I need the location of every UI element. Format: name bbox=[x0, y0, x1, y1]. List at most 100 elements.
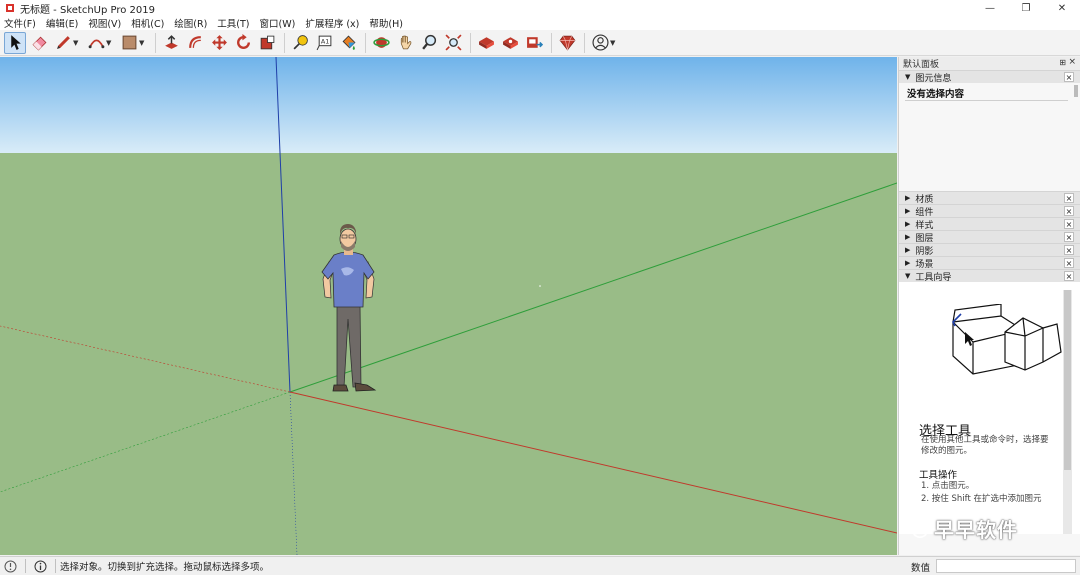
instructor-scrollbar[interactable] bbox=[1063, 290, 1072, 534]
entity-info-header[interactable]: ▼ 图元信息 × bbox=[899, 70, 1080, 84]
pan-tool-button[interactable] bbox=[394, 32, 416, 54]
close-icon[interactable]: × bbox=[1064, 193, 1074, 203]
pin-icon[interactable]: ⊞ bbox=[1059, 58, 1066, 67]
menu-extensions[interactable]: 扩展程序 (x) bbox=[305, 16, 359, 30]
no-selection-text: 没有选择内容 bbox=[907, 89, 965, 100]
collapse-arrow-icon: ▶ bbox=[905, 220, 911, 228]
text-icon: A1 bbox=[316, 35, 331, 51]
send-to-layout-button[interactable] bbox=[523, 32, 545, 54]
orbit-tool-button[interactable] bbox=[370, 32, 392, 54]
account-dropdown-icon[interactable]: ▼ bbox=[610, 39, 618, 47]
tray-title: 默认面板 bbox=[903, 60, 940, 70]
close-icon[interactable]: × bbox=[1064, 232, 1074, 242]
entity-scrollbar[interactable] bbox=[1074, 85, 1078, 97]
geo-location-icon[interactable] bbox=[4, 560, 17, 573]
model-viewport[interactable] bbox=[0, 57, 897, 555]
tray-shadows-header[interactable]: ▶ 阴影 × bbox=[899, 243, 1080, 257]
3d-warehouse-button[interactable] bbox=[475, 32, 497, 54]
select-tool-diagram bbox=[952, 304, 1062, 375]
menu-window[interactable]: 窗口(W) bbox=[260, 16, 296, 30]
select-tool-button[interactable] bbox=[4, 31, 26, 54]
shape-tool-button[interactable] bbox=[118, 32, 140, 54]
scrollbar-thumb[interactable] bbox=[1064, 290, 1071, 470]
sky bbox=[0, 57, 897, 153]
arc-tool-dropdown-icon[interactable]: ▼ bbox=[106, 39, 114, 47]
minimize-button[interactable]: — bbox=[972, 0, 1008, 16]
close-icon[interactable]: × bbox=[1064, 219, 1074, 229]
tray-shadows-label: 阴影 bbox=[915, 246, 934, 257]
scene-canvas[interactable] bbox=[0, 57, 897, 555]
maximize-button[interactable]: ❐ bbox=[1008, 0, 1044, 16]
menu-draw[interactable]: 绘图(R) bbox=[174, 16, 207, 30]
menu-bar: 文件(F) 编辑(E) 视图(V) 相机(C) 绘图(R) 工具(T) 窗口(W… bbox=[0, 16, 1080, 30]
origin-point bbox=[539, 285, 541, 287]
close-icon[interactable]: × bbox=[1064, 258, 1074, 268]
toolbar-separator bbox=[470, 32, 471, 53]
extension-manager-button[interactable] bbox=[556, 32, 578, 54]
menu-camera[interactable]: 相机(C) bbox=[131, 16, 164, 30]
tray-styles-label: 样式 bbox=[915, 220, 934, 231]
close-icon[interactable]: × bbox=[1064, 72, 1074, 82]
close-icon[interactable]: × bbox=[1064, 271, 1074, 281]
instructor-header[interactable]: ▼ 工具向导 × bbox=[899, 269, 1080, 283]
info-icon[interactable] bbox=[34, 560, 47, 573]
menu-file[interactable]: 文件(F) bbox=[4, 16, 36, 30]
menu-edit[interactable]: 编辑(E) bbox=[46, 16, 78, 30]
extension-warehouse-icon bbox=[502, 37, 518, 49]
watermark-text: 早早软件 bbox=[934, 518, 1018, 542]
divider bbox=[905, 100, 1068, 101]
tray-components-header[interactable]: ▶ 组件 × bbox=[899, 204, 1080, 218]
sketchup-logo-icon bbox=[6, 4, 14, 12]
paint-bucket-tool-button[interactable] bbox=[337, 32, 359, 54]
extension-warehouse-button[interactable] bbox=[499, 32, 521, 54]
measurements-input[interactable] bbox=[936, 559, 1076, 573]
close-window-button[interactable]: ✕ bbox=[1044, 0, 1080, 16]
user-icon bbox=[591, 34, 609, 51]
paint-bucket-icon bbox=[342, 35, 355, 50]
move-tool-button[interactable] bbox=[208, 32, 230, 54]
shape-tool-dropdown-icon[interactable]: ▼ bbox=[139, 39, 147, 47]
eraser-icon bbox=[32, 36, 46, 51]
offset-icon bbox=[188, 36, 201, 48]
tray-components-label: 组件 bbox=[915, 207, 934, 218]
eraser-tool-button[interactable] bbox=[28, 32, 50, 54]
line-tool-button[interactable] bbox=[52, 32, 74, 54]
tape-measure-tool-button[interactable] bbox=[289, 32, 311, 54]
menu-help[interactable]: 帮助(H) bbox=[369, 16, 403, 30]
arc-icon bbox=[88, 39, 104, 49]
zoom-extents-tool-button[interactable] bbox=[442, 32, 464, 54]
window-controls: — ❐ ✕ bbox=[972, 0, 1080, 16]
orbit-icon bbox=[372, 37, 390, 48]
default-tray-panel: 默认面板 ⊞ × ▼ 图元信息 × 没有选择内容 ▶ 材质 × ▶ 组件 × ▶… bbox=[898, 57, 1080, 555]
account-button[interactable] bbox=[589, 32, 611, 54]
rectangle-icon bbox=[122, 35, 136, 50]
arrow-cursor-icon bbox=[10, 35, 21, 50]
ground bbox=[0, 153, 897, 555]
tray-scenes-header[interactable]: ▶ 场景 × bbox=[899, 256, 1080, 270]
warehouse-icon bbox=[478, 37, 494, 49]
expand-arrow-icon: ▼ bbox=[905, 272, 911, 280]
offset-tool-button[interactable] bbox=[184, 32, 206, 54]
tape-measure-icon bbox=[293, 35, 308, 50]
collapse-arrow-icon: ▶ bbox=[905, 259, 911, 267]
rotate-tool-button[interactable] bbox=[232, 32, 254, 54]
text-tool-button[interactable]: A1 bbox=[313, 32, 335, 54]
tray-layers-header[interactable]: ▶ 图层 × bbox=[899, 230, 1080, 244]
zoom-extents-icon bbox=[444, 34, 462, 51]
scale-icon bbox=[260, 35, 274, 50]
collapse-arrow-icon: ▶ bbox=[905, 246, 911, 254]
close-tray-icon[interactable]: × bbox=[1068, 57, 1076, 67]
arc-tool-button[interactable] bbox=[85, 32, 107, 54]
tray-materials-header[interactable]: ▶ 材质 × bbox=[899, 191, 1080, 205]
toolbar-separator bbox=[155, 32, 156, 53]
menu-tools[interactable]: 工具(T) bbox=[217, 16, 249, 30]
menu-view[interactable]: 视图(V) bbox=[88, 16, 121, 30]
zoom-tool-button[interactable] bbox=[418, 32, 440, 54]
push-pull-tool-button[interactable] bbox=[160, 32, 182, 54]
close-icon[interactable]: × bbox=[1064, 206, 1074, 216]
line-tool-dropdown-icon[interactable]: ▼ bbox=[73, 39, 81, 47]
close-icon[interactable]: × bbox=[1064, 245, 1074, 255]
toolbar-separator bbox=[551, 32, 552, 53]
scale-tool-button[interactable] bbox=[256, 32, 278, 54]
tray-styles-header[interactable]: ▶ 样式 × bbox=[899, 217, 1080, 231]
